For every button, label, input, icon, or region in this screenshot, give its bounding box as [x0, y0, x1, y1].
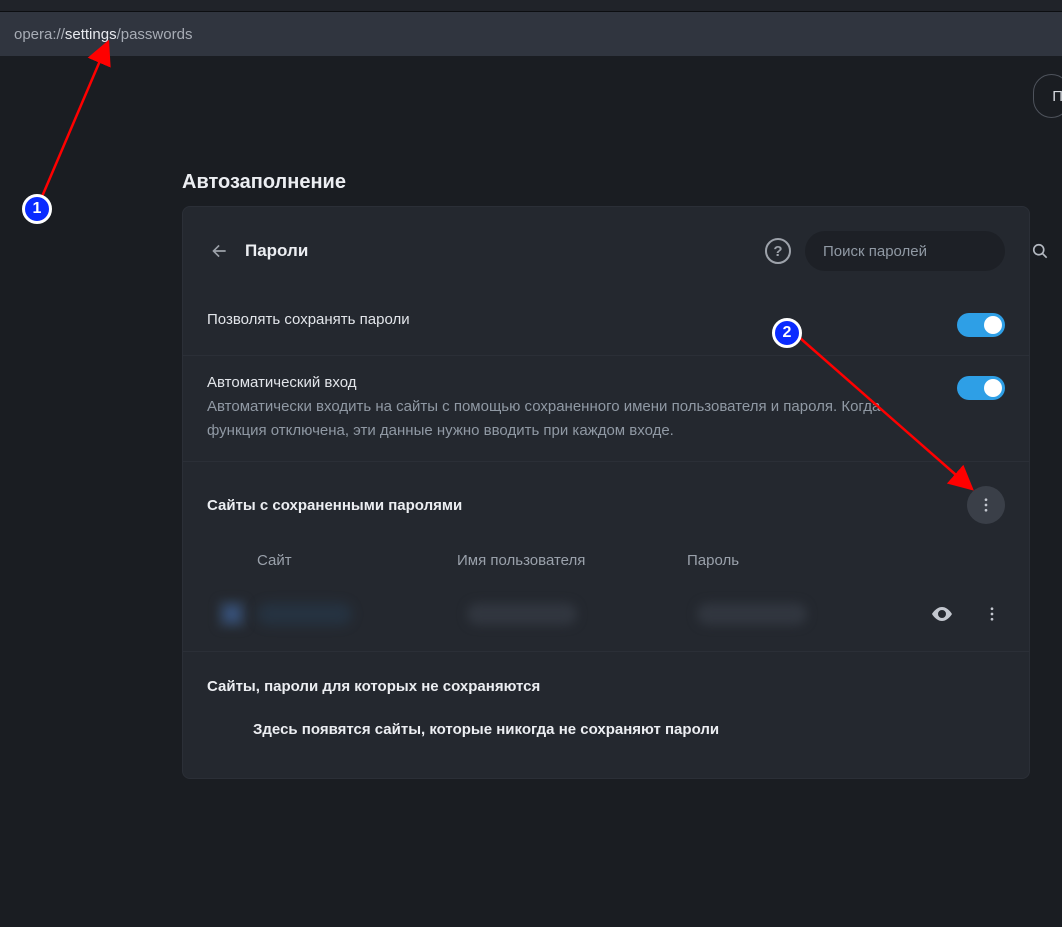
toggle-knob	[984, 316, 1002, 334]
top-right-button[interactable]: П	[1033, 74, 1062, 118]
search-icon	[1030, 241, 1050, 261]
eye-icon	[930, 602, 954, 626]
row-title: Позволять сохранять пароли	[207, 311, 937, 328]
row-description: Автоматически входить на сайты с помощью…	[207, 395, 937, 443]
address-url: opera://settings/passwords	[14, 26, 192, 43]
passwords-card: Пароли ? Позволять сохранять пароли А	[182, 206, 1030, 779]
username-redacted	[467, 603, 577, 625]
never-saved-section: Сайты, пароли для которых не сохраняются…	[183, 651, 1029, 738]
address-bar[interactable]: opera://settings/passwords	[0, 12, 1062, 56]
column-site: Сайт	[257, 552, 457, 569]
url-suffix: /passwords	[117, 26, 193, 43]
search-input[interactable]	[823, 243, 1022, 260]
annotation-badge-2: 2	[772, 318, 802, 348]
saved-passwords-title: Сайты с сохраненными паролями	[207, 497, 967, 514]
toggle-auto-signin[interactable]	[957, 376, 1005, 400]
annotation-badge-1: 1	[22, 194, 52, 224]
url-prefix: opera://	[14, 26, 65, 43]
section-title: Автозаполнение	[182, 171, 346, 194]
saved-passwords-menu-button[interactable]	[967, 486, 1005, 524]
top-right-button-label: П	[1052, 88, 1062, 105]
site-favicon	[217, 599, 247, 629]
column-username: Имя пользователя	[457, 552, 687, 569]
show-password-button[interactable]	[930, 602, 954, 626]
row-offer-save-passwords: Позволять сохранять пароли	[183, 305, 1029, 355]
help-icon: ?	[773, 243, 782, 260]
window-top-strip	[0, 0, 1062, 12]
toggle-knob	[984, 379, 1002, 397]
back-button[interactable]	[207, 239, 231, 263]
never-saved-empty-text: Здесь появятся сайты, которые никогда не…	[207, 721, 1005, 738]
row-title: Автоматический вход	[207, 374, 937, 391]
card-header: Пароли ?	[183, 207, 1029, 305]
arrow-left-icon	[209, 241, 229, 261]
kebab-icon	[983, 605, 1001, 623]
search-passwords-field[interactable]	[805, 231, 1005, 271]
password-redacted	[697, 603, 807, 625]
column-password: Пароль	[687, 552, 917, 569]
toggle-offer-save-passwords[interactable]	[957, 313, 1005, 337]
never-saved-title: Сайты, пароли для которых не сохраняются	[207, 678, 1005, 721]
url-highlight: settings	[65, 26, 117, 43]
row-auto-signin: Автоматический вход Автоматически входит…	[183, 355, 1029, 461]
settings-content: П Автозаполнение Пароли ? По	[0, 56, 1062, 80]
help-button[interactable]: ?	[765, 238, 791, 264]
saved-passwords-section: Сайты с сохраненными паролями Сайт Имя п…	[183, 461, 1029, 651]
table-row[interactable]	[207, 589, 1005, 651]
saved-passwords-table-header: Сайт Имя пользователя Пароль	[207, 552, 1005, 589]
kebab-icon	[977, 496, 995, 514]
card-title: Пароли	[245, 241, 308, 261]
site-name-redacted	[257, 603, 352, 625]
row-menu-button[interactable]	[980, 602, 1004, 626]
